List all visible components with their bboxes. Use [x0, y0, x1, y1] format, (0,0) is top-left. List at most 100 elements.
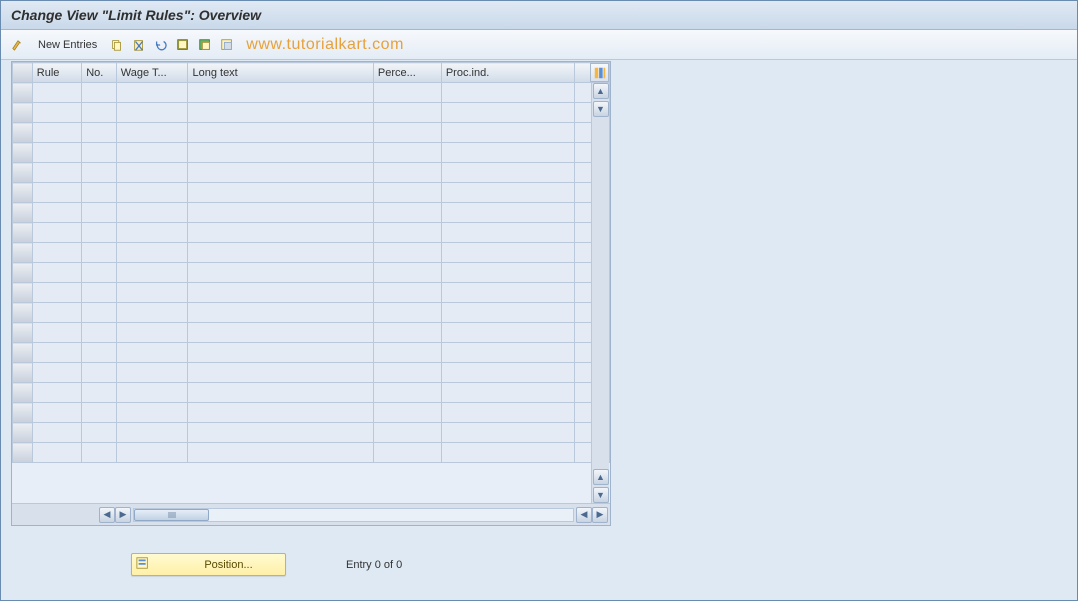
table-cell[interactable]	[373, 383, 441, 403]
table-cell[interactable]	[116, 323, 188, 343]
table-row[interactable]	[13, 363, 610, 383]
table-cell[interactable]	[373, 223, 441, 243]
col-header-perce[interactable]: Perce...	[373, 63, 441, 83]
table-cell[interactable]	[82, 303, 117, 323]
table-row[interactable]	[13, 143, 610, 163]
table-cell[interactable]	[32, 443, 81, 463]
col-header-wage[interactable]: Wage T...	[116, 63, 188, 83]
table-cell[interactable]	[116, 103, 188, 123]
table-cell[interactable]	[373, 123, 441, 143]
table-cell[interactable]	[188, 103, 373, 123]
table-cell[interactable]	[188, 203, 373, 223]
table-cell[interactable]	[188, 343, 373, 363]
table-cell[interactable]	[116, 403, 188, 423]
row-selector[interactable]	[13, 323, 33, 343]
select-block-icon[interactable]	[196, 36, 214, 54]
table-row[interactable]	[13, 423, 610, 443]
col-header-no[interactable]: No.	[82, 63, 117, 83]
table-cell[interactable]	[373, 323, 441, 343]
vertical-scrollbar[interactable]: ▲ ▼ ▲ ▼	[591, 83, 609, 503]
table-cell[interactable]	[32, 83, 81, 103]
hscroll-left-icon[interactable]: ◀	[99, 507, 115, 523]
row-selector[interactable]	[13, 363, 33, 383]
row-selector[interactable]	[13, 283, 33, 303]
table-cell[interactable]	[188, 223, 373, 243]
table-cell[interactable]	[116, 183, 188, 203]
table-cell[interactable]	[32, 143, 81, 163]
table-cell[interactable]	[32, 183, 81, 203]
table-cell[interactable]	[82, 123, 117, 143]
row-selector[interactable]	[13, 143, 33, 163]
table-cell[interactable]	[32, 383, 81, 403]
row-selector[interactable]	[13, 343, 33, 363]
table-cell[interactable]	[188, 243, 373, 263]
table-cell[interactable]	[373, 103, 441, 123]
table-cell[interactable]	[32, 283, 81, 303]
table-row[interactable]	[13, 83, 610, 103]
table-cell[interactable]	[373, 183, 441, 203]
table-row[interactable]	[13, 263, 610, 283]
table-cell[interactable]	[32, 223, 81, 243]
table-cell[interactable]	[373, 343, 441, 363]
table-cell[interactable]	[441, 103, 574, 123]
table-row[interactable]	[13, 323, 610, 343]
delete-icon[interactable]	[130, 36, 148, 54]
hscroll-thumb[interactable]	[134, 509, 209, 521]
table-cell[interactable]	[188, 323, 373, 343]
table-cell[interactable]	[188, 83, 373, 103]
row-selector[interactable]	[13, 263, 33, 283]
table-cell[interactable]	[32, 303, 81, 323]
table-cell[interactable]	[116, 443, 188, 463]
copy-icon[interactable]	[108, 36, 126, 54]
table-cell[interactable]	[32, 423, 81, 443]
table-cell[interactable]	[82, 283, 117, 303]
table-cell[interactable]	[188, 183, 373, 203]
table-cell[interactable]	[441, 363, 574, 383]
table-cell[interactable]	[441, 263, 574, 283]
table-cell[interactable]	[116, 163, 188, 183]
table-cell[interactable]	[441, 163, 574, 183]
data-grid[interactable]: Rule No. Wage T... Long text Perce... Pr…	[12, 62, 610, 463]
hscroll-right-icon[interactable]: ▶	[115, 507, 131, 523]
table-cell[interactable]	[116, 123, 188, 143]
row-selector[interactable]	[13, 443, 33, 463]
table-cell[interactable]	[373, 423, 441, 443]
table-row[interactable]	[13, 343, 610, 363]
table-cell[interactable]	[188, 163, 373, 183]
table-cell[interactable]	[116, 363, 188, 383]
table-cell[interactable]	[82, 183, 117, 203]
table-cell[interactable]	[116, 303, 188, 323]
table-cell[interactable]	[188, 443, 373, 463]
deselect-all-icon[interactable]	[218, 36, 236, 54]
table-cell[interactable]	[32, 123, 81, 143]
table-cell[interactable]	[188, 283, 373, 303]
table-cell[interactable]	[82, 423, 117, 443]
table-cell[interactable]	[116, 423, 188, 443]
table-cell[interactable]	[32, 243, 81, 263]
table-cell[interactable]	[82, 383, 117, 403]
table-cell[interactable]	[82, 83, 117, 103]
table-cell[interactable]	[116, 203, 188, 223]
select-all-icon[interactable]	[174, 36, 192, 54]
table-cell[interactable]	[116, 83, 188, 103]
table-cell[interactable]	[373, 83, 441, 103]
table-cell[interactable]	[82, 263, 117, 283]
col-header-procind[interactable]: Proc.ind.	[441, 63, 574, 83]
table-cell[interactable]	[82, 223, 117, 243]
scroll-down-icon[interactable]: ▼	[593, 101, 609, 117]
table-cell[interactable]	[116, 243, 188, 263]
table-cell[interactable]	[373, 363, 441, 383]
table-cell[interactable]	[82, 143, 117, 163]
table-cell[interactable]	[441, 83, 574, 103]
table-cell[interactable]	[116, 283, 188, 303]
toggle-display-icon[interactable]	[9, 36, 27, 54]
table-cell[interactable]	[373, 203, 441, 223]
table-cell[interactable]	[82, 443, 117, 463]
table-row[interactable]	[13, 123, 610, 143]
table-row[interactable]	[13, 403, 610, 423]
hscroll-left2-icon[interactable]: ◀	[576, 507, 592, 523]
row-selector[interactable]	[13, 83, 33, 103]
table-cell[interactable]	[116, 263, 188, 283]
table-cell[interactable]	[116, 383, 188, 403]
table-cell[interactable]	[32, 103, 81, 123]
